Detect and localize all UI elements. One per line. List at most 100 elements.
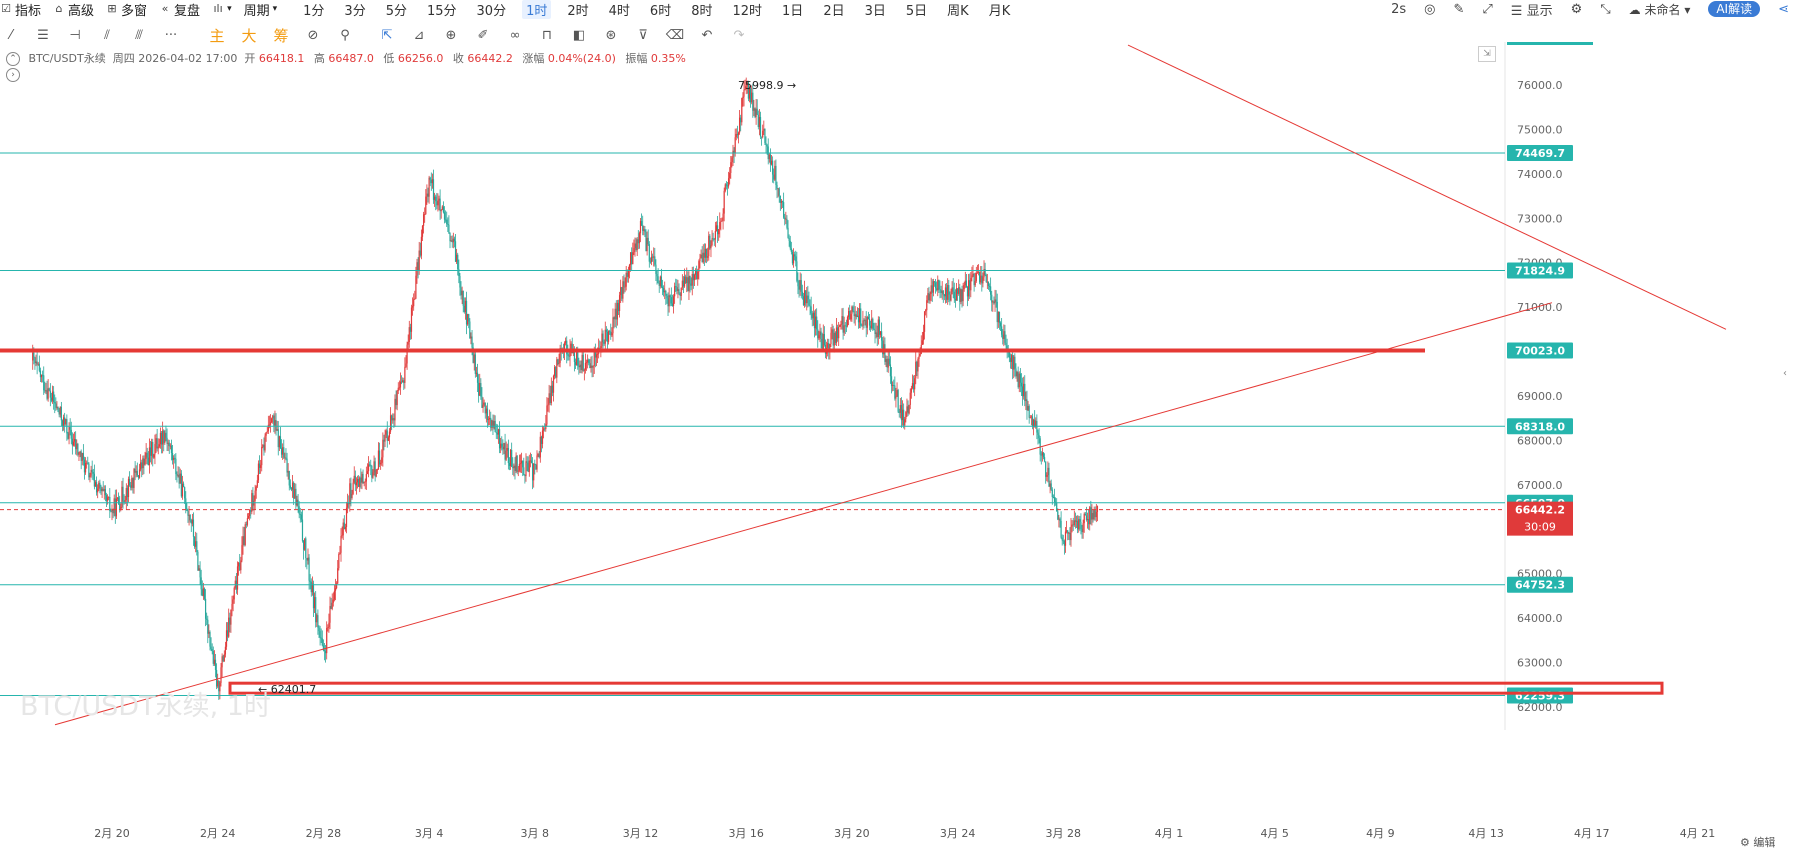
- timeframe-7[interactable]: 4时: [605, 0, 634, 19]
- timeframe-13[interactable]: 3日: [861, 0, 890, 19]
- timeframe-8[interactable]: 6时: [646, 0, 675, 19]
- lock-icon[interactable]: ⊓: [536, 28, 558, 43]
- fit-chart-icon[interactable]: ⇲: [1478, 46, 1496, 62]
- candle-body: [644, 229, 646, 233]
- timeframe-10[interactable]: 12时: [728, 0, 766, 19]
- refresh-interval[interactable]: 2s: [1391, 2, 1406, 17]
- candle-body: [587, 359, 589, 363]
- line-tool-icon[interactable]: ⁄: [0, 28, 22, 43]
- timeframe-11[interactable]: 1日: [778, 0, 807, 19]
- more-tools-icon[interactable]: ···: [160, 28, 182, 43]
- trash-icon[interactable]: ⌫: [664, 28, 686, 43]
- candle-body: [181, 483, 184, 497]
- candle-body: [408, 327, 410, 342]
- advanced-button[interactable]: ⌂ 高级: [53, 0, 95, 19]
- candle-body: [438, 198, 440, 201]
- timeframe-4[interactable]: 30分: [473, 0, 511, 19]
- ascending-trend-line[interactable]: [54, 302, 1553, 726]
- share-icon[interactable]: ⋖: [1778, 2, 1789, 17]
- candle-body: [312, 583, 315, 609]
- candle-body: [723, 190, 725, 214]
- candle-body: [638, 233, 641, 244]
- timeframe-16[interactable]: 月K: [985, 0, 1015, 19]
- chart-type-button[interactable]: ılı ▾: [212, 3, 231, 15]
- expand-icon[interactable]: ⤡: [1600, 2, 1610, 17]
- timeframe-0[interactable]: 1分: [299, 0, 328, 19]
- collapse-icon[interactable]: ⌃: [6, 52, 20, 66]
- support-zone-rectangle[interactable]: [228, 681, 1664, 695]
- candle-body: [686, 277, 688, 284]
- candle-body: [696, 270, 698, 279]
- timeframe-6[interactable]: 2时: [563, 0, 592, 19]
- visibility-icon[interactable]: ◧: [568, 28, 590, 43]
- candle-body: [372, 472, 374, 478]
- candle-body: [78, 453, 80, 455]
- large-order-toggle[interactable]: 大: [238, 25, 260, 46]
- period-button[interactable]: 周期 ▾: [244, 0, 278, 19]
- candle-body: [89, 475, 91, 478]
- timeframe-15[interactable]: 周K: [943, 0, 973, 19]
- main-chart-toggle[interactable]: 主: [206, 25, 228, 46]
- candle-body: [556, 359, 558, 378]
- replay-button[interactable]: «复盘: [159, 0, 200, 19]
- chip-distribution-toggle[interactable]: 筹: [270, 25, 292, 46]
- timeframe-9[interactable]: 8时: [687, 0, 716, 19]
- cursor-icon[interactable]: ⇱: [376, 28, 398, 43]
- eraser-icon[interactable]: ✐: [472, 28, 494, 43]
- candle-body: [679, 293, 681, 296]
- side-panel-arrow-icon[interactable]: ‹: [1783, 368, 1787, 379]
- candle-body: [440, 209, 442, 212]
- candle-body: [154, 444, 156, 455]
- link-icon[interactable]: ∞: [504, 28, 526, 43]
- undo-icon[interactable]: ↶: [696, 28, 718, 43]
- candle-body: [93, 473, 95, 487]
- parallel-channel-tool-icon[interactable]: ⫽: [96, 28, 118, 43]
- candle-body: [642, 225, 644, 231]
- magnet-icon[interactable]: ⊘: [302, 28, 324, 43]
- candle-body: [380, 462, 382, 465]
- layout-name-button[interactable]: ☁ 未命名 ▾: [1629, 1, 1691, 18]
- candle-body: [688, 275, 690, 291]
- timeframe-14[interactable]: 5日: [902, 0, 931, 19]
- timeframe-2[interactable]: 5分: [382, 0, 411, 19]
- candle-body: [992, 301, 994, 303]
- brush-icon[interactable]: ⚲: [334, 28, 356, 43]
- candle-body: [952, 287, 954, 292]
- candle-body: [972, 273, 974, 276]
- display-button[interactable]: ☰ 显示: [1511, 0, 1553, 19]
- settings-gear-icon[interactable]: ⚙: [1571, 2, 1583, 17]
- timeframe-12[interactable]: 2日: [819, 0, 848, 19]
- candle-body: [1040, 454, 1042, 456]
- candle-body: [543, 428, 545, 431]
- indicator-button[interactable]: ☑ 指标: [0, 0, 41, 19]
- expand-panel-icon[interactable]: ›: [6, 68, 20, 82]
- candle-body: [965, 280, 968, 288]
- fib-tool-icon[interactable]: ⫻: [128, 28, 150, 43]
- candle-body: [192, 519, 195, 537]
- candle-body: [550, 385, 552, 404]
- zoom-icon[interactable]: ⊕: [440, 28, 462, 43]
- candle-body: [501, 443, 503, 447]
- fullscreen-icon[interactable]: ⤢: [1482, 2, 1492, 17]
- camera-icon[interactable]: ◎: [1424, 2, 1435, 17]
- candle-body: [668, 295, 670, 307]
- candle-body: [482, 404, 484, 408]
- redo-icon[interactable]: ↷: [728, 28, 750, 43]
- axis-settings[interactable]: ⚙ 编辑: [1740, 834, 1775, 850]
- ruler-icon[interactable]: ⊿: [408, 28, 430, 43]
- horizontal-ray-tool-icon[interactable]: ⊣: [64, 28, 86, 43]
- horizontal-lines-tool-icon[interactable]: ☰: [32, 28, 54, 43]
- ai-interpret-button[interactable]: AI解读: [1708, 1, 1761, 17]
- multiwindow-button[interactable]: ⊞ 多窗: [106, 0, 147, 19]
- pen-icon[interactable]: ✎: [1453, 2, 1464, 17]
- descending-trend-line[interactable]: [1127, 44, 1727, 330]
- filter-icon[interactable]: ⊽: [632, 28, 654, 43]
- hide-icon[interactable]: ⊛: [600, 28, 622, 43]
- timeframe-3[interactable]: 15分: [423, 0, 461, 19]
- candle-body: [705, 248, 708, 258]
- candle-body: [108, 496, 110, 498]
- timeframe-5[interactable]: 1时: [522, 0, 552, 19]
- candle-body: [911, 383, 914, 389]
- timeframe-1[interactable]: 3分: [340, 0, 369, 19]
- candle-body: [894, 385, 896, 399]
